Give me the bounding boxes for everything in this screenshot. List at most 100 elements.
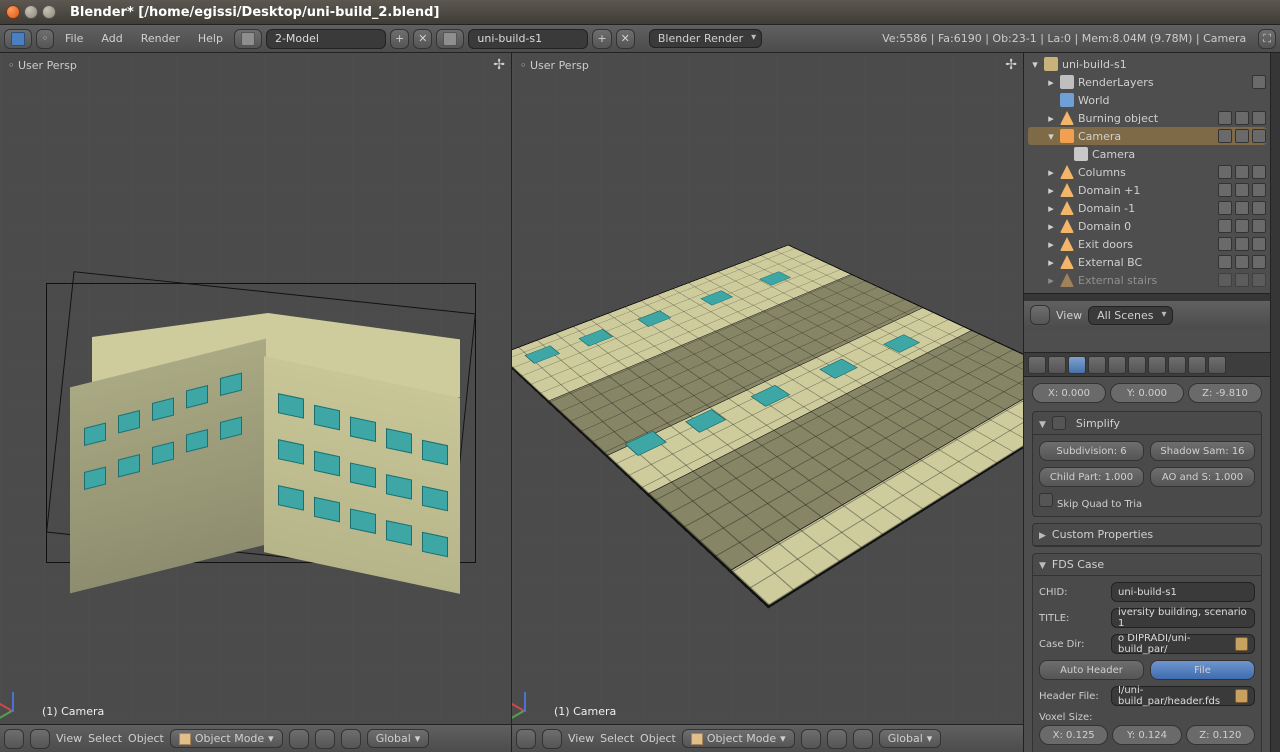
outliner-item-burning[interactable]: ▸ Burning object	[1028, 109, 1266, 127]
eye-icon[interactable]	[1218, 111, 1232, 125]
skip-quad-checkbox[interactable]	[1039, 493, 1053, 507]
editor-type-3dview-left[interactable]	[4, 729, 24, 749]
outliner-item-exit-doors[interactable]: ▸ Exit doors	[1028, 235, 1266, 253]
eye-icon[interactable]	[1218, 165, 1232, 179]
folder-icon[interactable]	[1235, 637, 1248, 651]
outliner-item-columns[interactable]: ▸ Columns	[1028, 163, 1266, 181]
window-minimize-button[interactable]	[24, 5, 38, 19]
mode-dropdown-left[interactable]: Object Mode ▾	[170, 729, 283, 748]
fds-auto-header-button[interactable]: Auto Header	[1039, 660, 1144, 680]
gravity-x[interactable]: X: 0.000	[1032, 383, 1106, 403]
editor-type-3dview-right[interactable]	[516, 729, 536, 749]
editor-type-info[interactable]	[4, 29, 32, 49]
render-icon[interactable]	[1252, 183, 1266, 197]
panel-custom-properties-header[interactable]: Custom Properties	[1033, 524, 1261, 546]
render-icon[interactable]	[1252, 129, 1266, 143]
tab-scene[interactable]	[1048, 356, 1066, 374]
simplify-enable-checkbox[interactable]	[1052, 416, 1066, 430]
render-icon[interactable]	[1252, 165, 1266, 179]
layers-button-right[interactable]	[853, 729, 873, 749]
screen-add-button[interactable]: +	[390, 29, 409, 49]
cursor-icon[interactable]	[1235, 129, 1249, 143]
shading-button-right[interactable]	[801, 729, 821, 749]
tab-constraints[interactable]	[1108, 356, 1126, 374]
tab-world[interactable]	[1068, 356, 1086, 374]
layers-button-left[interactable]	[341, 729, 361, 749]
window-close-button[interactable]	[6, 5, 20, 19]
outliner-item-external-stairs[interactable]: ▸ External stairs	[1028, 271, 1266, 289]
menu-render[interactable]: Render	[134, 29, 187, 48]
viewport-right[interactable]: ◦ User Persp ✢ (1) Camera View Select Ob…	[512, 53, 1024, 752]
scene-delete-button[interactable]: ✕	[616, 29, 635, 49]
folder-icon[interactable]	[1235, 689, 1248, 703]
outliner-item-camera-data[interactable]: Camera	[1028, 145, 1266, 163]
eye-icon[interactable]	[1218, 129, 1232, 143]
fds-file-button[interactable]: File	[1150, 660, 1255, 680]
orientation-dropdown-left[interactable]: Global ▾	[367, 729, 430, 748]
pivot-button-left[interactable]	[315, 729, 335, 749]
eye-icon[interactable]	[1218, 183, 1232, 197]
eye-icon[interactable]	[1218, 255, 1232, 269]
cursor-icon[interactable]	[1235, 237, 1249, 251]
tab-data[interactable]	[1148, 356, 1166, 374]
tab-modifiers[interactable]	[1128, 356, 1146, 374]
outliner-item-external-bc[interactable]: ▸ External BC	[1028, 253, 1266, 271]
scene-add-button[interactable]: +	[592, 29, 611, 49]
render-icon[interactable]	[1252, 201, 1266, 215]
cursor-icon[interactable]	[1235, 219, 1249, 233]
outliner-item-camera-group[interactable]: ▾ Camera	[1028, 127, 1266, 145]
cursor-icon[interactable]	[1235, 183, 1249, 197]
tab-object[interactable]	[1088, 356, 1106, 374]
menu-help[interactable]: Help	[191, 29, 230, 48]
fds-headerfile-input[interactable]: I/uni-build_par/header.fds	[1111, 686, 1255, 706]
eye-icon[interactable]	[1218, 219, 1232, 233]
render-icon[interactable]	[1252, 237, 1266, 251]
properties-vscroll[interactable]	[1270, 53, 1280, 752]
voxel-x[interactable]: X: 0.125	[1039, 725, 1108, 745]
tab-render[interactable]	[1028, 356, 1046, 374]
window-maximize-button[interactable]	[42, 5, 56, 19]
view3d-menu-object-right[interactable]: Object	[640, 732, 676, 745]
view3d-menu-select-right[interactable]: Select	[600, 732, 634, 745]
orientation-dropdown-right[interactable]: Global ▾	[879, 729, 942, 748]
panel-simplify-header[interactable]: Simplify	[1033, 412, 1261, 435]
scene-browse-button[interactable]	[436, 29, 464, 49]
simplify-child-particles[interactable]: Child Part: 1.000	[1039, 467, 1144, 487]
simplify-shadow-samples[interactable]: Shadow Sam: 16	[1150, 441, 1255, 461]
shading-button-left[interactable]	[289, 729, 309, 749]
render-icon[interactable]	[1252, 219, 1266, 233]
outliner-menu-view[interactable]: View	[1056, 309, 1082, 322]
cursor-icon[interactable]	[1235, 111, 1249, 125]
voxel-y[interactable]: Y: 0.124	[1112, 725, 1181, 745]
cursor-icon[interactable]	[1235, 255, 1249, 269]
render-icon[interactable]	[1252, 255, 1266, 269]
pivot-button-right[interactable]	[827, 729, 847, 749]
fullscreen-button[interactable]: ⛶	[1258, 29, 1276, 49]
voxel-z[interactable]: Z: 0.120	[1186, 725, 1255, 745]
tab-material[interactable]	[1168, 356, 1186, 374]
outliner-scene[interactable]: ▾ uni-build-s1	[1028, 55, 1266, 73]
view3d-menu-object-left[interactable]: Object	[128, 732, 164, 745]
mode-dropdown-right[interactable]: Object Mode ▾	[682, 729, 795, 748]
editor-type-outliner[interactable]	[1030, 305, 1050, 325]
gravity-y[interactable]: Y: 0.000	[1110, 383, 1184, 403]
outliner[interactable]: ▾ uni-build-s1 ▸ RenderLayers World ▸	[1024, 53, 1270, 353]
collapse-menus-button[interactable]: ◦	[36, 29, 54, 49]
cursor-icon[interactable]	[1235, 165, 1249, 179]
menu-add[interactable]: Add	[94, 29, 129, 48]
restrict-render-icon[interactable]	[1252, 75, 1266, 89]
eye-icon[interactable]	[1218, 237, 1232, 251]
render-icon[interactable]	[1252, 273, 1266, 287]
simplify-ao-sss[interactable]: AO and S: 1.000	[1150, 467, 1255, 487]
outliner-tree[interactable]: ▾ uni-build-s1 ▸ RenderLayers World ▸	[1024, 53, 1270, 293]
area-split-handle-right[interactable]: ✢	[1005, 57, 1017, 73]
collapse-menus-right[interactable]	[542, 729, 562, 749]
outliner-item-domain-m1[interactable]: ▸ Domain -1	[1028, 199, 1266, 217]
outliner-item-domain-p1[interactable]: ▸ Domain +1	[1028, 181, 1266, 199]
gravity-z[interactable]: Z: -9.810	[1188, 383, 1262, 403]
cursor-icon[interactable]	[1235, 273, 1249, 287]
outliner-hscroll[interactable]	[1024, 293, 1270, 301]
render-icon[interactable]	[1252, 111, 1266, 125]
view3d-menu-view-right[interactable]: View	[568, 732, 594, 745]
simplify-subdivision[interactable]: Subdivision: 6	[1039, 441, 1144, 461]
